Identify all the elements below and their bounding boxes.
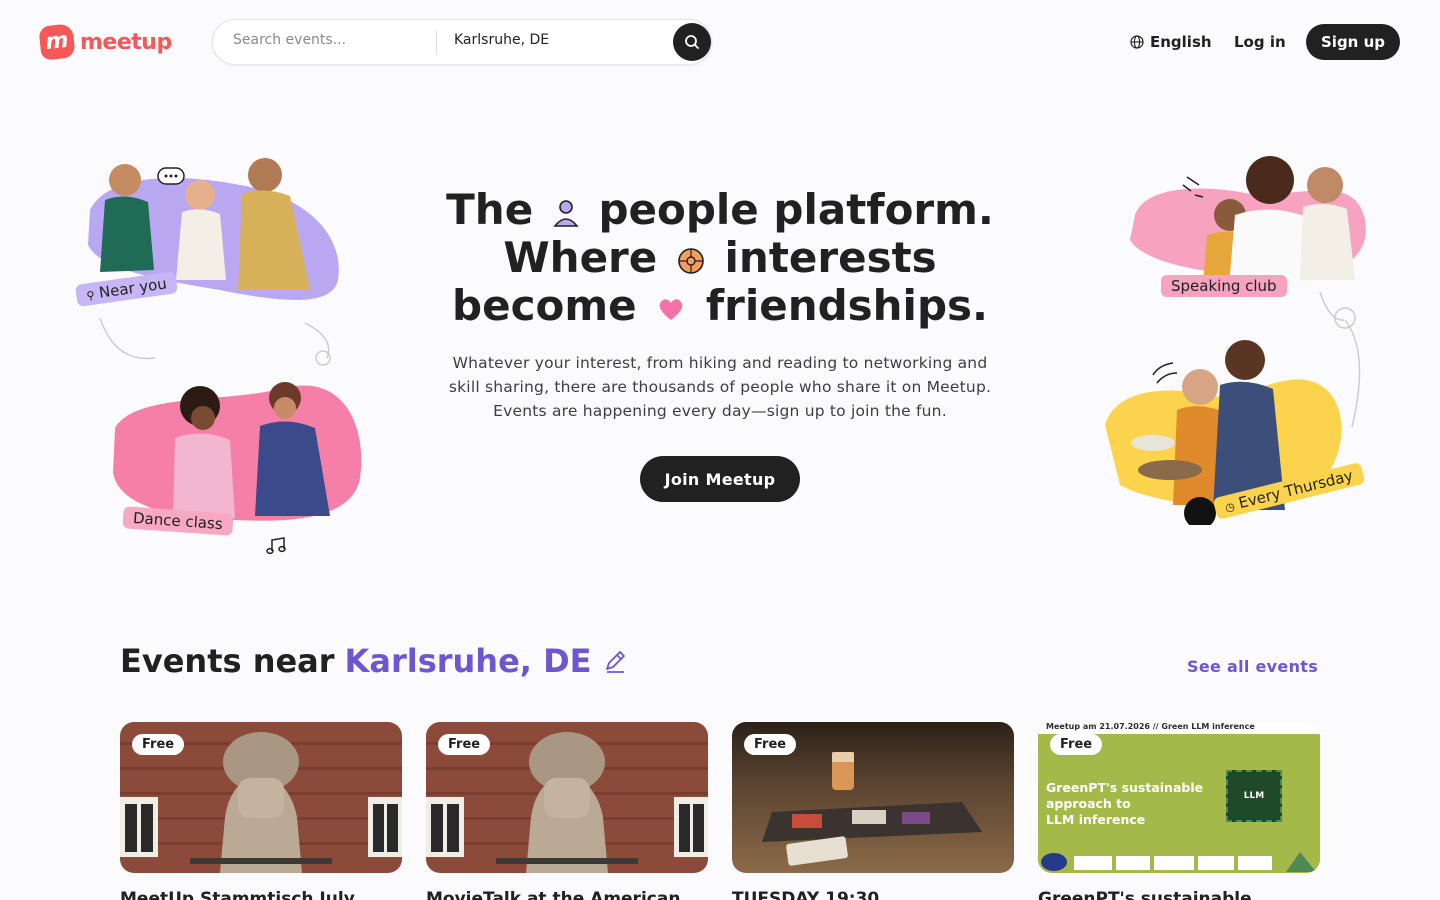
hero-title: The people platform. Where interests bec… [420,186,1020,330]
person-icon [553,199,579,227]
price-badge: Free [132,734,185,755]
event-card[interactable]: Free TUESDAY 19:30 [732,722,1014,900]
join-meetup-button[interactable]: Join Meetup [640,456,800,502]
events-heading: Events near Karlsruhe, DE [120,642,628,680]
event-title[interactable]: GreenPT's sustainable [1038,889,1320,900]
see-all-events-link[interactable]: See all events [1187,657,1318,676]
every-thursday-illustration: ◷ Every Thursday [1095,335,1375,529]
speaking-club-illustration: Speaking club [1125,145,1370,305]
events-heading-prefix: Events near [120,642,335,680]
language-label: English [1150,33,1212,51]
event-title[interactable]: MovieTalk at the American [426,889,708,900]
sponsor-logos-strip [1038,850,1320,873]
hero-title-word-friendships: friendships. [705,281,988,330]
search-divider [436,31,437,55]
language-selector[interactable]: English [1130,33,1212,51]
globe-icon [1130,35,1144,49]
logo-text: meetup [80,29,172,55]
price-badge: Free [438,734,491,755]
price-badge: Free [1050,734,1103,755]
event-card[interactable]: Free MovieTalk at the American [426,722,708,900]
event-image: Free [732,722,1014,873]
event-banner-line-3: LLM inference [1046,812,1146,827]
ball-icon [678,247,704,274]
hero-title-people-platform: people platform. [598,185,994,234]
location-pin-icon: ⚲ [85,288,96,303]
event-card[interactable]: Free MeetUp Stammtisch July [120,722,402,900]
signup-button[interactable]: Sign up [1306,24,1400,60]
hero-title-word-become: become [452,281,637,330]
event-title[interactable]: TUESDAY 19:30 [732,889,1014,900]
login-link[interactable]: Log in [1234,33,1286,51]
hero-title-line-2: Where interests [420,234,1020,282]
hero-title-line-1: The people platform. [420,186,1020,234]
dance-class-illustration: Dance class [105,368,370,555]
logo-mark-icon: m [38,23,76,61]
music-note-icon [266,537,286,555]
hero-title-word-where: Where [503,233,658,282]
event-image: Free [426,722,708,873]
llm-chip-label: LLM [1243,791,1265,801]
event-banner-text: GreenPT's sustainable approach to LLM in… [1046,780,1203,828]
site-header: m meetup English Log in Sign up [0,0,1440,84]
search-bar [212,19,712,65]
event-banner-line-1: GreenPT's sustainable [1046,780,1204,795]
hero-title-line-3: become friendships. [420,282,1020,330]
heart-icon [659,298,683,320]
event-card[interactable]: Meetup am 21.07.2026 // Green LLM infere… [1038,722,1320,900]
hero-title-word-the: The [446,185,534,234]
near-you-illustration: ⚲ Near you [70,150,350,320]
calendar-icon: ◷ [1223,499,1237,515]
search-icon [685,35,699,49]
meetup-logo[interactable]: m meetup [38,23,172,61]
price-badge: Free [744,734,797,755]
event-title[interactable]: MeetUp Stammtisch July [120,889,402,900]
search-button[interactable] [673,23,711,61]
hero-subtitle: Whatever your interest, from hiking and … [448,354,992,420]
hero-title-word-interests: interests [724,233,937,282]
pencil-icon[interactable] [602,648,628,674]
event-image: Free [120,722,402,873]
event-banner-top-text: Meetup am 21.07.2026 // Green LLM infere… [1046,722,1255,731]
events-location-link[interactable]: Karlsruhe, DE [345,642,592,680]
event-image: Meetup am 21.07.2026 // Green LLM infere… [1038,722,1320,873]
search-events-input[interactable] [233,32,433,48]
llm-chip-icon: LLM [1226,770,1282,822]
event-banner-line-2: approach to [1046,796,1131,811]
speaking-club-label: Speaking club [1161,275,1287,297]
location-input[interactable] [454,32,664,48]
